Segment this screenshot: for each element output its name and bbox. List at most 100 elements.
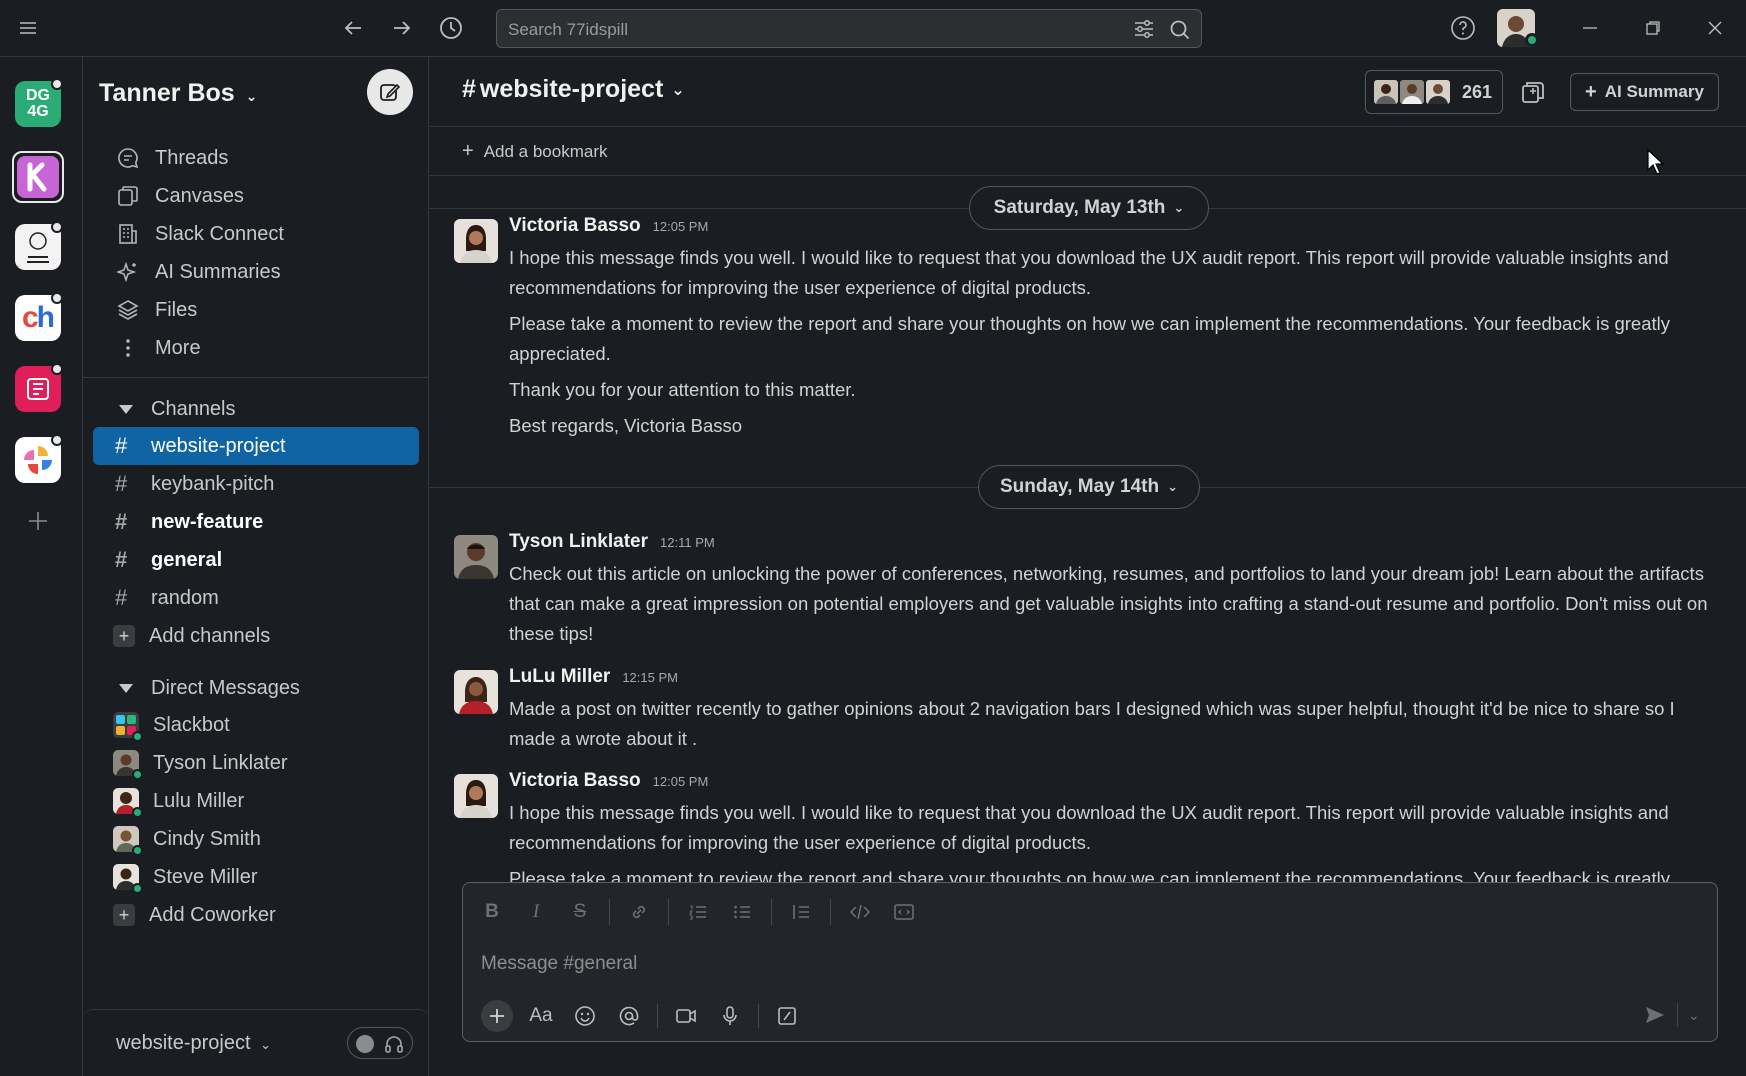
menu-icon[interactable] (14, 14, 42, 42)
search-placeholder: Search 77idspill (508, 20, 629, 39)
dm-section-header[interactable]: Direct Messages (119, 673, 300, 703)
author-name[interactable]: Tyson Linklater (509, 531, 648, 553)
workspace-badge (51, 292, 63, 304)
back-icon[interactable] (339, 14, 367, 42)
workspace-k[interactable] (12, 151, 64, 203)
add-workspace-icon[interactable] (24, 507, 52, 535)
message[interactable]: Victoria Basso 12:05 PM I hope this mess… (454, 215, 1724, 436)
timestamp[interactable]: 12:05 PM (653, 219, 709, 234)
channel-random[interactable]: # random (93, 579, 419, 617)
code-icon[interactable] (845, 897, 875, 927)
huddle-channel-selector[interactable]: website-project ⌄ (116, 1032, 271, 1055)
date-pill[interactable]: Sunday, May 14th ⌄ (978, 465, 1200, 509)
message-meta: Victoria Basso 12:05 PM (509, 770, 708, 792)
dm-cindy-smith[interactable]: Cindy Smith (93, 820, 419, 858)
avatar (113, 826, 143, 856)
presence-dot (1525, 33, 1539, 47)
toggle-knob (356, 1035, 374, 1053)
emoji-icon[interactable] (569, 1000, 601, 1032)
plus-icon: + (462, 140, 474, 162)
avatar[interactable] (454, 774, 498, 818)
format-toggle-icon[interactable]: Aa (525, 1000, 557, 1032)
timestamp[interactable]: 12:05 PM (653, 774, 709, 789)
nav-files[interactable]: Files (115, 293, 197, 327)
shortcuts-icon[interactable] (771, 1000, 803, 1032)
bulleted-list-icon[interactable] (727, 897, 757, 927)
add-channels-button[interactable]: + Add channels (93, 617, 419, 655)
filter-icon[interactable] (1133, 19, 1155, 39)
author-name[interactable]: Victoria Basso (509, 770, 641, 792)
nav-canvases[interactable]: Canvases (115, 179, 244, 213)
message-meta: Victoria Basso 12:05 PM (509, 215, 708, 237)
channel-title[interactable]: # website-project ⌄ (462, 75, 685, 104)
code-block-icon[interactable] (889, 897, 919, 927)
message[interactable]: LuLu Miller 12:15 PM Made a post on twit… (454, 666, 1724, 756)
message-paragraph: Please take a moment to review the repor… (509, 868, 1671, 882)
blockquote-icon[interactable] (786, 897, 816, 927)
chevron-down-icon: ⌄ (1173, 200, 1185, 215)
message-input[interactable]: Message #general (481, 953, 637, 975)
compose-button[interactable] (367, 69, 413, 115)
message[interactable]: Tyson Linklater 12:11 PM Check out this … (454, 531, 1724, 651)
channel-website-project[interactable]: # website-project (93, 427, 419, 465)
nav-threads[interactable]: Threads (115, 141, 228, 175)
forward-icon[interactable] (388, 14, 416, 42)
sparkle-icon (115, 261, 141, 283)
message[interactable]: Victoria Basso 12:05 PM I hope this mess… (454, 770, 1724, 882)
link-icon[interactable] (624, 897, 654, 927)
microphone-icon[interactable] (714, 1000, 746, 1032)
search-icon[interactable] (1169, 19, 1191, 41)
avatar[interactable] (454, 670, 498, 714)
presence-dot (132, 731, 143, 742)
dm-slackbot[interactable]: Slackbot (93, 706, 419, 744)
author-name[interactable]: LuLu Miller (509, 666, 610, 688)
add-coworker-button[interactable]: + Add Coworker (93, 896, 419, 934)
bold-icon[interactable]: B (477, 897, 507, 927)
send-icon[interactable] (1643, 1003, 1667, 1027)
members-button[interactable]: 261 (1365, 70, 1503, 114)
timestamp[interactable]: 12:15 PM (622, 670, 678, 685)
nav-slack-connect[interactable]: Slack Connect (115, 217, 284, 251)
channel-keybank-pitch[interactable]: # keybank-pitch (93, 465, 419, 503)
restore-icon[interactable] (1639, 14, 1667, 42)
canvas-icon[interactable] (1520, 79, 1546, 105)
author-name[interactable]: Victoria Basso (509, 215, 641, 237)
timestamp[interactable]: 12:11 PM (660, 535, 715, 550)
channels-section-header[interactable]: Channels (119, 394, 236, 424)
ai-summary-button[interactable]: + AI Summary (1570, 73, 1719, 111)
avatar[interactable] (454, 535, 498, 579)
dm-steve-miller[interactable]: Steve Miller (93, 858, 419, 896)
avatar[interactable] (454, 219, 498, 263)
close-icon[interactable] (1701, 14, 1729, 42)
headphones-icon (384, 1034, 404, 1054)
nav-more[interactable]: More (115, 331, 201, 365)
mention-icon[interactable] (613, 1000, 645, 1032)
sidebar-divider (83, 377, 429, 378)
nav-ai-summaries[interactable]: AI Summaries (115, 255, 281, 289)
huddle-toggle[interactable] (347, 1027, 413, 1059)
channel-new-feature[interactable]: # new-feature (93, 503, 419, 541)
minimize-icon[interactable] (1576, 14, 1604, 42)
workspace-badge (51, 434, 63, 446)
help-icon[interactable] (1449, 14, 1477, 42)
dm-label: Tyson Linklater (153, 751, 288, 774)
dm-label: Cindy Smith (153, 827, 261, 850)
dm-tyson-linklater[interactable]: Tyson Linklater (93, 744, 419, 782)
add-bookmark-button[interactable]: + Add a bookmark (462, 140, 607, 163)
toolbar-separator (668, 899, 669, 925)
italic-icon[interactable]: I (521, 897, 551, 927)
history-icon[interactable] (437, 14, 465, 42)
strikethrough-icon[interactable]: S (565, 897, 595, 927)
chevron-down-icon[interactable]: ⌄ (1688, 1007, 1700, 1024)
add-coworker-label: Add Coworker (149, 903, 276, 926)
dm-lulu-miller[interactable]: Lulu Miller (93, 782, 419, 820)
toolbar-separator (1677, 1003, 1678, 1027)
ordered-list-icon[interactable] (683, 897, 713, 927)
attach-plus-icon[interactable] (481, 1000, 513, 1032)
workspace-name[interactable]: Tanner Bos ⌄ (99, 79, 257, 108)
channel-label: random (151, 586, 219, 609)
search-input[interactable]: Search 77idspill (496, 9, 1202, 48)
video-icon[interactable] (670, 1000, 702, 1032)
channel-general[interactable]: # general (93, 541, 419, 579)
channel-label: keybank-pitch (151, 472, 275, 495)
